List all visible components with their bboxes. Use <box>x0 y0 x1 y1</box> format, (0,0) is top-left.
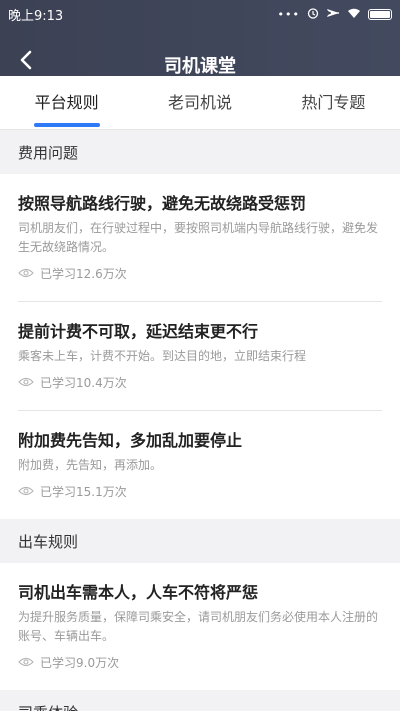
list-item[interactable]: 附加费先告知，多加乱加要停止 附加费，先告知，再添加。 已学习15.1万次 <box>0 411 400 519</box>
item-description: 附加费，先告知，再添加。 <box>18 458 163 472</box>
section-header-fees: 费用问题 <box>0 130 400 174</box>
item-meta: 已学习15.1万次 <box>18 475 382 519</box>
section-dispatch-rules: 司机出车需本人，人车不符将严惩 为提升服务质量，保障司乘安全，请司机朋友们务必使… <box>0 563 400 690</box>
tab-platform-rules[interactable]: 平台规则 <box>0 76 133 129</box>
item-meta: 已学习10.4万次 <box>18 366 382 410</box>
list-item[interactable]: 提前计费不可取，延迟结束更不行 乘客未上车，计费不开始。到达目的地，立即结束行程… <box>0 302 400 410</box>
airplane-icon <box>326 6 340 23</box>
section-fees: 按照导航路线行驶，避免无故绕路受惩罚 司机朋友们，在行驶过程中，要按照司机端内导… <box>0 174 400 519</box>
tab-hot-topics[interactable]: 热门专题 <box>267 76 400 129</box>
tab-bar: 平台规则 老司机说 热门专题 <box>0 76 400 130</box>
section-header-ride-experience: 司乘体验 <box>0 690 400 711</box>
item-description: 乘客未上车，计费不开始。到达目的地，立即结束行程 <box>18 349 307 363</box>
view-count: 已学习12.6万次 <box>40 266 127 281</box>
item-meta: 已学习9.0万次 <box>18 646 382 690</box>
list-item[interactable]: 司机出车需本人，人车不符将严惩 为提升服务质量，保障司乘安全，请司机朋友们务必使… <box>0 563 400 690</box>
list-item[interactable]: 按照导航路线行驶，避免无故绕路受惩罚 司机朋友们，在行驶过程中，要按照司机端内导… <box>0 174 400 301</box>
item-description: 司机朋友们，在行驶过程中，要按照司机端内导航路线行驶，避免发生无故绕路情况。 <box>18 221 379 254</box>
alarm-icon <box>307 7 319 22</box>
item-title: 提前计费不可取，延迟结束更不行 <box>18 322 259 341</box>
item-title: 司机出车需本人，人车不符将严惩 <box>18 583 259 602</box>
active-tab-indicator <box>34 123 100 127</box>
eye-icon <box>18 657 34 667</box>
eye-icon <box>18 486 34 496</box>
battery-icon <box>368 8 392 20</box>
eye-icon <box>18 377 34 387</box>
wifi-icon <box>347 7 361 22</box>
view-count: 已学习9.0万次 <box>40 655 120 670</box>
item-meta: 已学习12.6万次 <box>18 257 382 301</box>
page-title: 司机课堂 <box>164 56 236 77</box>
view-count: 已学习10.4万次 <box>40 375 127 390</box>
notification-dots-icon: ••• <box>277 7 300 21</box>
section-header-dispatch-rules: 出车规则 <box>0 519 400 563</box>
item-title: 附加费先告知，多加乱加要停止 <box>18 431 243 450</box>
view-count: 已学习15.1万次 <box>40 484 127 499</box>
status-bar: 晚上9:13 ••• <box>0 0 400 28</box>
lesson-list[interactable]: 费用问题 按照导航路线行驶，避免无故绕路受惩罚 司机朋友们，在行驶过程中，要按照… <box>0 130 400 711</box>
tab-veteran-drivers[interactable]: 老司机说 <box>133 76 266 129</box>
item-description: 为提升服务质量，保障司乘安全，请司机朋友们务必使用本人注册的账号、车辆出车。 <box>18 610 379 643</box>
eye-icon <box>18 268 34 278</box>
status-icons: ••• <box>278 6 392 23</box>
item-title: 按照导航路线行驶，避免无故绕路受惩罚 <box>18 194 307 213</box>
status-time: 晚上9:13 <box>8 8 64 24</box>
